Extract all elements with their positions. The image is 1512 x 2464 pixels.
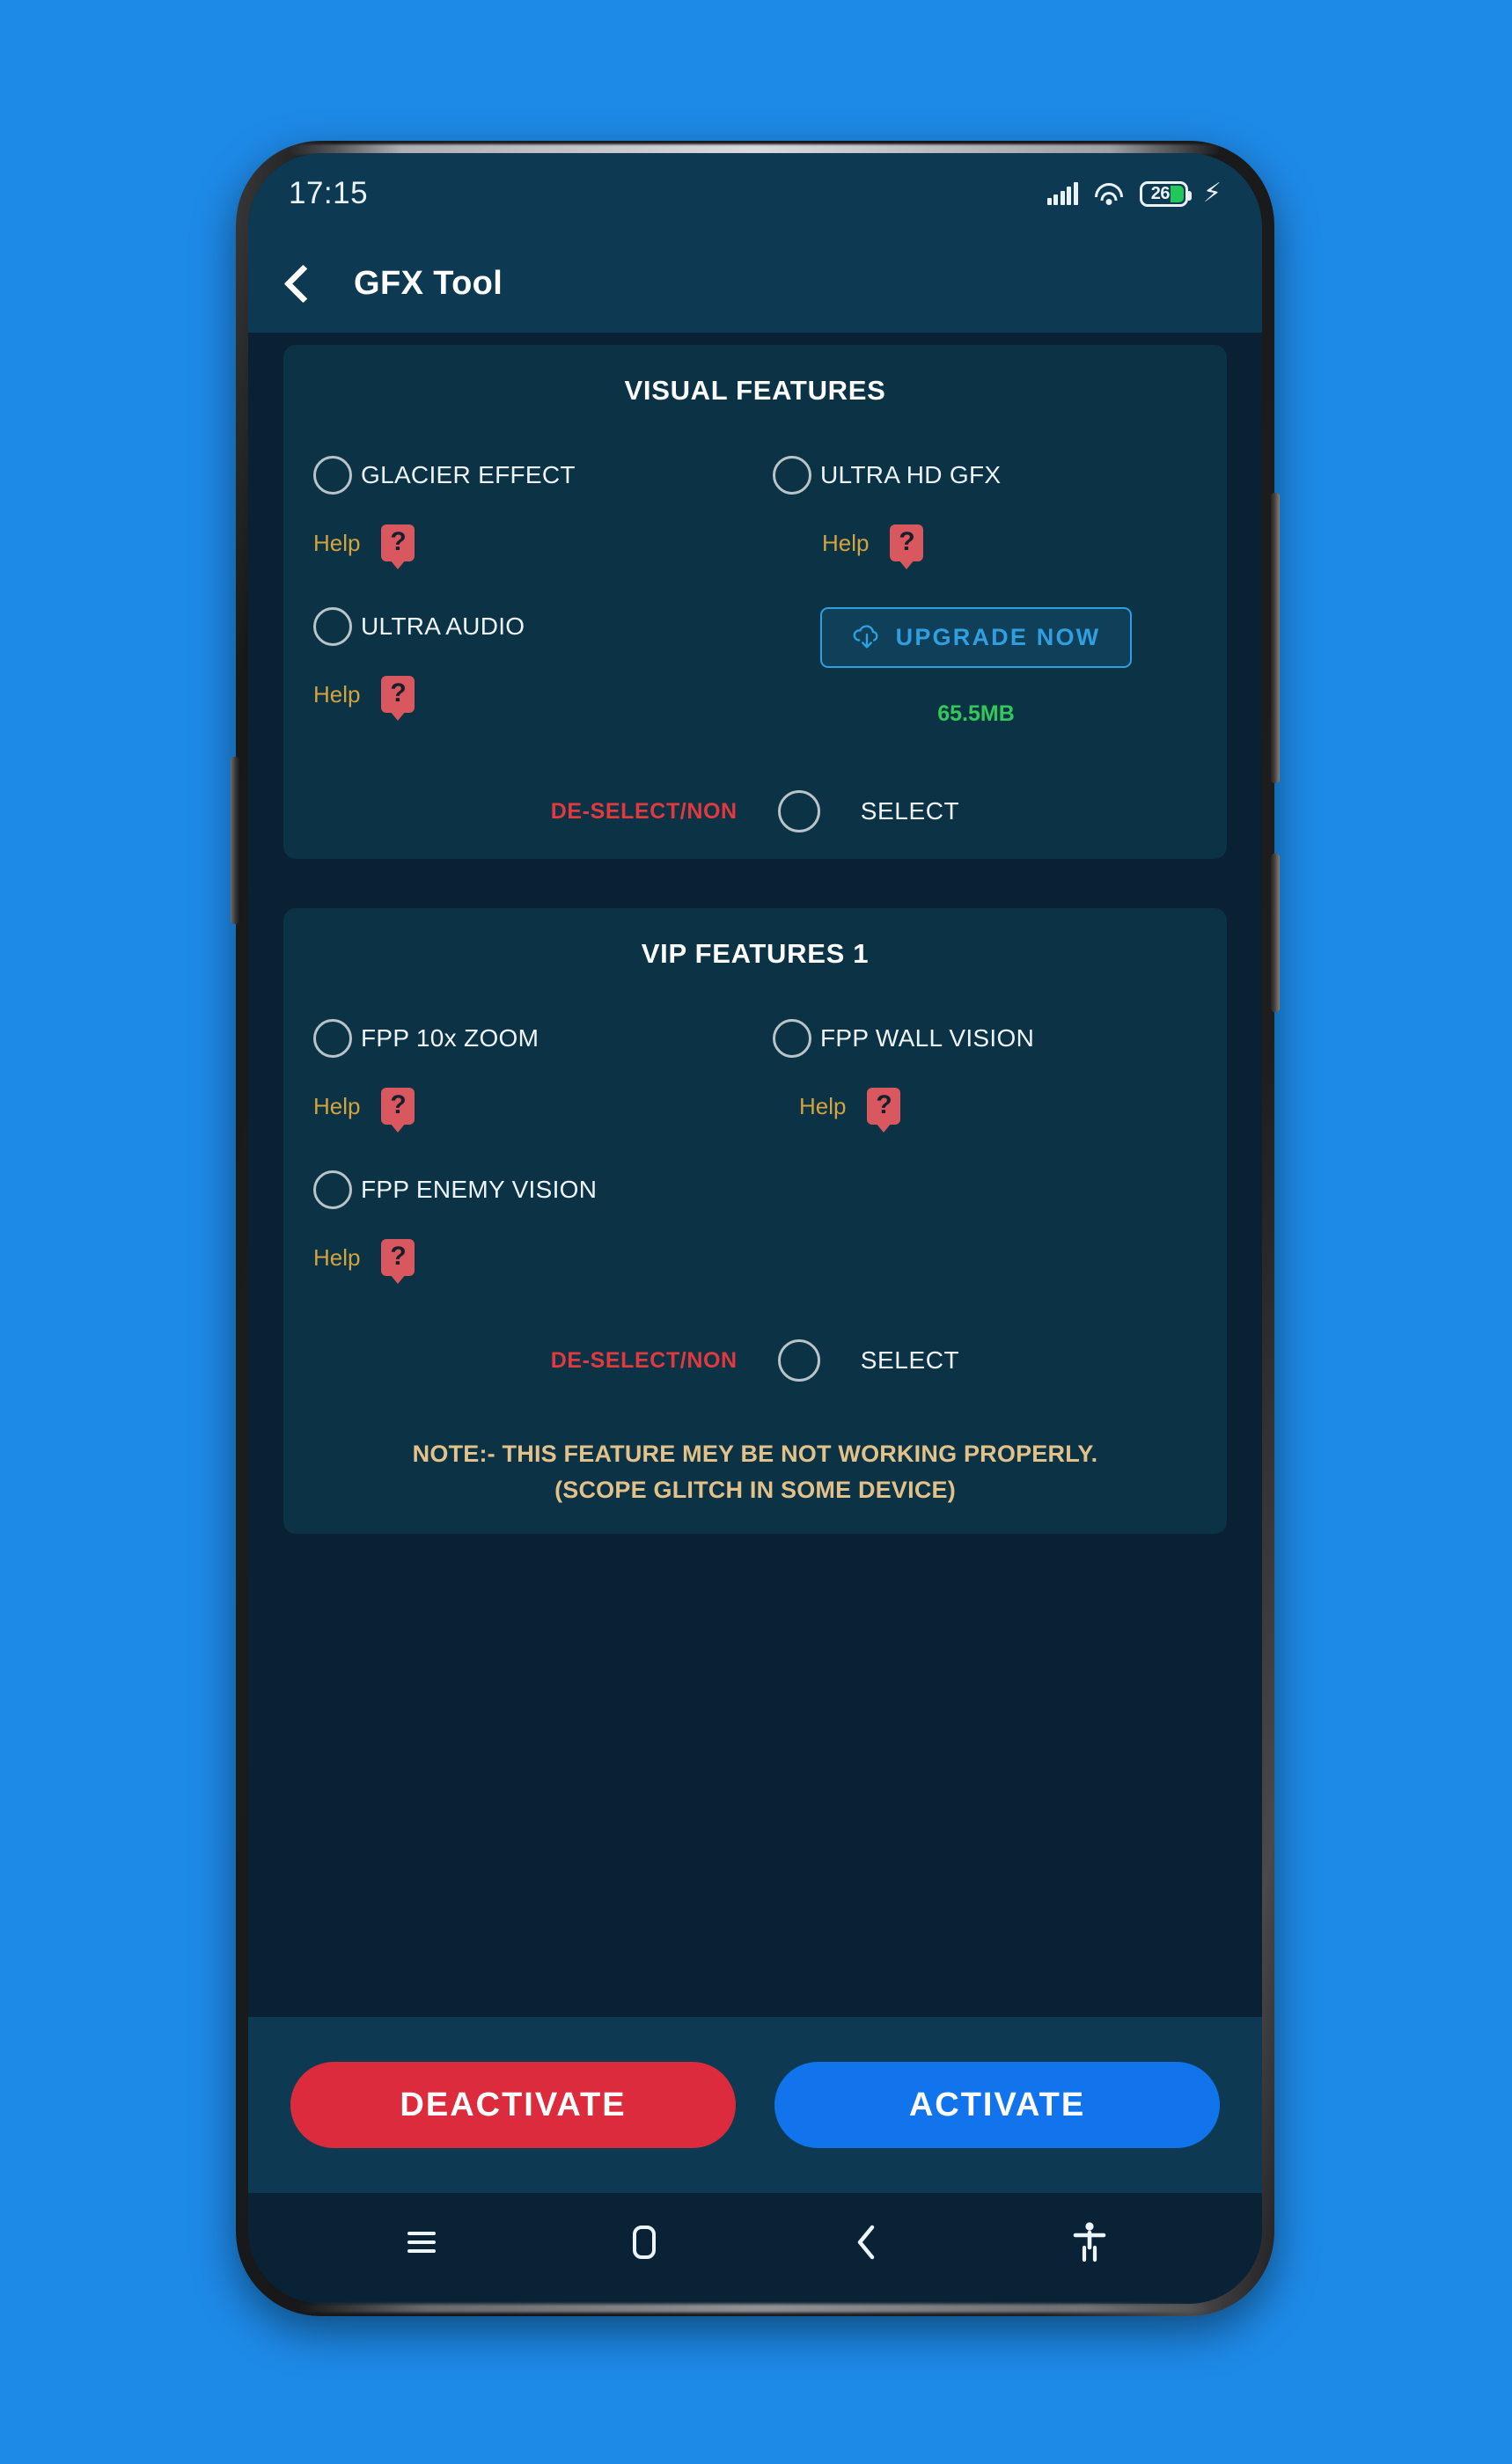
- wifi-icon: [1094, 182, 1123, 205]
- battery-level-label: 26: [1150, 183, 1171, 203]
- select-row-vip: DE-SELECT/NON SELECT: [313, 1339, 1197, 1382]
- help-fpp-10x-zoom[interactable]: Help ?: [313, 1088, 755, 1125]
- radio-fpp-10x-zoom[interactable]: [313, 1019, 352, 1058]
- phone-screen: 17:15 26 ⚡︎ GFX Tool VISUAL FEATURES GLA…: [248, 153, 1262, 2304]
- feature-column-right: FPP WALL VISION Help ?: [755, 1019, 1197, 1125]
- accessibility-icon[interactable]: [1050, 2211, 1129, 2273]
- option-label: ULTRA AUDIO: [361, 612, 525, 640]
- card-visual-features: VISUAL FEATURES GLACIER EFFECT Help ? UL…: [283, 345, 1227, 859]
- help-label: Help: [799, 1092, 847, 1119]
- question-glyph: ?: [876, 1090, 892, 1119]
- feature-column-left: ULTRA AUDIO Help ?: [313, 607, 755, 713]
- option-label: FPP ENEMY VISION: [361, 1176, 598, 1203]
- feature-grid-row-1: FPP 10x ZOOM Help ? FPP WALL VISION Help…: [313, 1019, 1197, 1125]
- question-mark-icon[interactable]: ?: [381, 676, 415, 713]
- android-navigation-bar: [248, 2193, 1262, 2304]
- radio-ultra-hd-gfx[interactable]: [773, 456, 811, 495]
- question-mark-icon[interactable]: ?: [890, 524, 924, 561]
- radio-glacier-effect[interactable]: [313, 456, 352, 495]
- question-glyph: ?: [390, 1242, 407, 1271]
- help-glacier-effect[interactable]: Help ?: [313, 524, 755, 561]
- phone-device-frame: 17:15 26 ⚡︎ GFX Tool VISUAL FEATURES GLA…: [231, 141, 1280, 2316]
- radio-ultra-audio[interactable]: [313, 607, 352, 646]
- note-text: NOTE:- THIS FEATURE MEY BE NOT WORKING P…: [313, 1436, 1197, 1507]
- status-clock: 17:15: [289, 176, 369, 210]
- option-ultra-hd-gfx[interactable]: ULTRA HD GFX: [773, 456, 1197, 495]
- select-all-radio[interactable]: [777, 1339, 820, 1382]
- help-label: Help: [313, 529, 361, 556]
- help-label: Help: [313, 1092, 361, 1119]
- card-vip-features-1: VIP FEATURES 1 FPP 10x ZOOM Help ? FPP W…: [283, 908, 1227, 1534]
- back-chevron-icon[interactable]: [285, 264, 308, 303]
- help-label: Help: [822, 529, 870, 556]
- option-fpp-10x-zoom[interactable]: FPP 10x ZOOM: [313, 1019, 755, 1058]
- power-button[interactable]: [1271, 854, 1280, 1012]
- home-square-icon[interactable]: [605, 2211, 684, 2273]
- activate-button[interactable]: ACTIVATE: [774, 2062, 1220, 2148]
- select-all-label[interactable]: SELECT: [861, 1346, 960, 1375]
- option-label: GLACIER EFFECT: [361, 461, 576, 488]
- feature-column-left: FPP ENEMY VISION Help ?: [313, 1170, 755, 1276]
- back-chevron-icon[interactable]: [827, 2211, 906, 2273]
- deactivate-button[interactable]: DEACTIVATE: [290, 2062, 736, 2148]
- option-fpp-enemy-vision[interactable]: FPP ENEMY VISION: [313, 1170, 755, 1209]
- signal-bars-icon: [1046, 182, 1078, 205]
- radio-fpp-wall-vision[interactable]: [773, 1019, 811, 1058]
- help-fpp-wall-vision[interactable]: Help ?: [773, 1088, 1197, 1125]
- note-line-1: NOTE:- THIS FEATURE MEY BE NOT WORKING P…: [412, 1441, 1098, 1467]
- status-bar: 17:15 26 ⚡︎: [248, 153, 1262, 234]
- option-label: FPP 10x ZOOM: [361, 1024, 539, 1052]
- feature-column-left: FPP 10x ZOOM Help ?: [313, 1019, 755, 1125]
- question-mark-icon[interactable]: ?: [381, 1088, 415, 1125]
- question-glyph: ?: [390, 1090, 407, 1119]
- volume-button-left[interactable]: [231, 757, 239, 924]
- cloud-download-icon: [852, 624, 882, 651]
- help-ultra-hd-gfx[interactable]: Help ?: [773, 524, 1197, 561]
- help-label: Help: [313, 1243, 361, 1271]
- option-fpp-wall-vision[interactable]: FPP WALL VISION: [773, 1019, 1197, 1058]
- question-mark-icon[interactable]: ?: [867, 1088, 901, 1125]
- hamburger-menu-icon[interactable]: [382, 2211, 461, 2273]
- download-size-label: 65.5MB: [937, 701, 1015, 726]
- deselect-all-button[interactable]: DE-SELECT/NON: [551, 1348, 738, 1374]
- feature-grid-row-1: GLACIER EFFECT Help ? ULTRA HD GFX Help …: [313, 456, 1197, 561]
- feature-grid-row-2: FPP ENEMY VISION Help ?: [313, 1170, 1197, 1276]
- question-glyph: ?: [390, 527, 407, 556]
- option-glacier-effect[interactable]: GLACIER EFFECT: [313, 456, 755, 495]
- upgrade-now-button[interactable]: UPGRADE NOW: [819, 607, 1133, 668]
- card-title: VISUAL FEATURES: [624, 375, 886, 406]
- feature-column-right: ULTRA HD GFX Help ?: [755, 456, 1197, 561]
- feature-grid-row-2: ULTRA AUDIO Help ? UPGRADE NOW 65.5MB: [313, 607, 1197, 727]
- help-fpp-enemy-vision[interactable]: Help ?: [313, 1239, 755, 1276]
- note-line-2: (SCOPE GLITCH IN SOME DEVICE): [554, 1476, 956, 1503]
- action-bar: DEACTIVATE ACTIVATE: [248, 2017, 1262, 2193]
- help-label: Help: [313, 680, 361, 708]
- question-glyph: ?: [899, 527, 915, 556]
- upgrade-now-label: UPGRADE NOW: [895, 624, 1101, 650]
- question-mark-icon[interactable]: ?: [381, 1239, 415, 1276]
- select-all-radio[interactable]: [777, 790, 820, 832]
- option-label: ULTRA HD GFX: [820, 461, 1002, 488]
- battery-icon: 26: [1139, 180, 1192, 207]
- lightning-bolt-icon: ⚡︎: [1202, 179, 1222, 208]
- app-bar: GFX Tool: [248, 234, 1262, 333]
- status-icon-group: 26 ⚡︎: [1046, 179, 1222, 208]
- card-title: VIP FEATURES 1: [641, 938, 870, 969]
- volume-rocker-right[interactable]: [1271, 493, 1280, 783]
- select-all-label[interactable]: SELECT: [861, 797, 960, 825]
- question-glyph: ?: [390, 678, 407, 708]
- select-row-visual: DE-SELECT/NON SELECT: [313, 790, 1197, 832]
- upgrade-column: UPGRADE NOW 65.5MB: [755, 607, 1197, 727]
- help-ultra-audio[interactable]: Help ?: [313, 676, 755, 713]
- option-label: FPP WALL VISION: [820, 1024, 1035, 1052]
- question-mark-icon[interactable]: ?: [381, 524, 415, 561]
- page-title: GFX Tool: [354, 264, 503, 302]
- radio-fpp-enemy-vision[interactable]: [313, 1170, 352, 1209]
- option-ultra-audio[interactable]: ULTRA AUDIO: [313, 607, 755, 646]
- deselect-all-button[interactable]: DE-SELECT/NON: [551, 799, 738, 825]
- feature-column-left: GLACIER EFFECT Help ?: [313, 456, 755, 561]
- scroll-content[interactable]: VISUAL FEATURES GLACIER EFFECT Help ? UL…: [248, 333, 1262, 2017]
